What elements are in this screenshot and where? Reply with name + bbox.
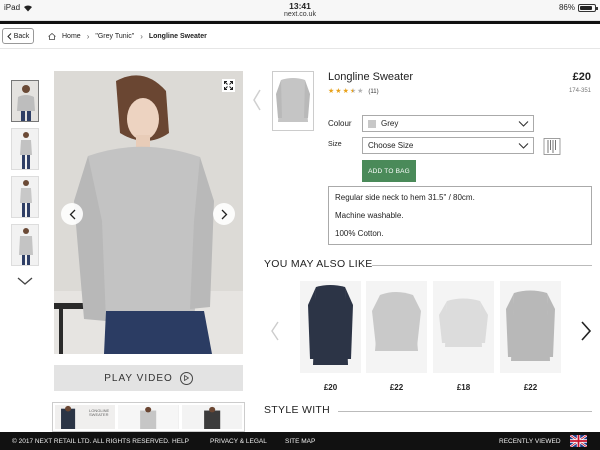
chevron-right-icon: › bbox=[86, 32, 90, 41]
description-line: 100% Cotton. bbox=[335, 229, 384, 239]
recommendation-item[interactable]: £20 bbox=[300, 281, 361, 392]
play-video-label: PLAY VIDEO bbox=[104, 372, 173, 384]
star-icon: ★ bbox=[342, 88, 349, 95]
style-with-title: STYLE WITH bbox=[264, 404, 331, 416]
footer-sitemap-link[interactable]: SITE MAP bbox=[285, 438, 315, 445]
recommendation-item[interactable]: £18 bbox=[433, 281, 494, 392]
home-icon[interactable] bbox=[48, 33, 56, 40]
recommendations-title: YOU MAY ALSO LIKE bbox=[264, 258, 373, 270]
colour-label: Colour bbox=[328, 119, 352, 128]
colour-select[interactable]: Grey bbox=[362, 115, 534, 132]
breadcrumb-home[interactable]: Home bbox=[62, 33, 81, 40]
image-next-button[interactable] bbox=[213, 203, 235, 225]
status-right: 86% bbox=[558, 3, 598, 12]
thumbnail-1[interactable] bbox=[11, 80, 39, 122]
colour-swatch bbox=[368, 119, 376, 128]
thumbnail-4[interactable] bbox=[11, 224, 39, 266]
battery-icon bbox=[578, 3, 598, 12]
review-count[interactable]: (11) bbox=[368, 89, 378, 95]
status-time: 13:41 bbox=[289, 1, 311, 11]
thumbnail-2[interactable] bbox=[11, 128, 39, 170]
add-to-bag-button[interactable]: ADD TO BAG bbox=[362, 160, 416, 182]
main-product-image[interactable] bbox=[54, 71, 243, 354]
play-icon bbox=[179, 371, 193, 385]
chevron-left-icon[interactable] bbox=[270, 320, 280, 342]
thumbnail-3[interactable] bbox=[11, 176, 39, 218]
breadcrumb-current: Longline Sweater bbox=[148, 33, 207, 40]
recommendation-price: £20 bbox=[323, 383, 338, 392]
chevron-right-icon: › bbox=[140, 32, 143, 41]
recommendation-price: £22 bbox=[523, 383, 538, 392]
description-line: Regular side neck to hem 31.5" / 80cm. bbox=[335, 193, 475, 202]
section-divider bbox=[338, 411, 592, 412]
description-line: Machine washable. bbox=[335, 211, 404, 221]
recommendation-price: £18 bbox=[456, 383, 471, 392]
battery-percent: 86% bbox=[558, 3, 575, 12]
star-icon: ★ bbox=[357, 88, 364, 95]
size-select[interactable]: Choose Size bbox=[362, 137, 534, 154]
recommendation-image bbox=[366, 281, 427, 373]
product-title: Longline Sweater bbox=[328, 71, 414, 83]
style-with-item[interactable] bbox=[118, 405, 179, 429]
product-thumbnail bbox=[272, 71, 314, 131]
recommendation-image bbox=[300, 281, 361, 373]
size-label: Size bbox=[328, 141, 342, 148]
uk-flag-icon[interactable] bbox=[570, 435, 587, 447]
recommendation-item[interactable]: £22 bbox=[366, 281, 427, 392]
recommendation-image bbox=[433, 281, 494, 373]
item-code: 174-351 bbox=[568, 88, 591, 94]
footer-help-link[interactable]: HELP bbox=[172, 438, 189, 445]
breadcrumb: Home › "Grey Tunic" › Longline Sweater bbox=[48, 32, 207, 41]
product-price: £20 bbox=[572, 71, 591, 83]
style-with-item[interactable]: LONGLINE SWEATER bbox=[55, 405, 116, 429]
address-url[interactable]: next.co.uk bbox=[0, 11, 600, 18]
chevron-left-icon bbox=[69, 209, 75, 219]
star-icon: ★ bbox=[335, 88, 342, 95]
chevron-down-icon bbox=[518, 143, 529, 149]
breadcrumb-bar: Back Home › "Grey Tunic" › Longline Swea… bbox=[0, 27, 600, 47]
thumbnail-list bbox=[11, 80, 41, 272]
chevron-down-icon[interactable] bbox=[17, 276, 33, 286]
back-label: Back bbox=[13, 32, 30, 40]
battery-fill bbox=[580, 5, 593, 10]
recommendation-price: £22 bbox=[389, 383, 404, 392]
header-rule bbox=[0, 21, 600, 24]
back-button[interactable]: Back bbox=[2, 28, 34, 44]
section-divider bbox=[372, 265, 592, 266]
recommendation-item[interactable]: £22 bbox=[500, 281, 561, 392]
play-video-button[interactable]: PLAY VIDEO bbox=[54, 365, 243, 391]
footer: © 2017 NEXT RETAIL LTD. ALL RIGHTS RESER… bbox=[0, 432, 600, 450]
star-icon: ★ bbox=[328, 88, 335, 95]
breadcrumb-search[interactable]: "Grey Tunic" bbox=[95, 33, 134, 40]
chevron-left-icon bbox=[7, 32, 12, 40]
breadcrumb-divider bbox=[0, 48, 600, 49]
size-guide-icon[interactable] bbox=[542, 137, 562, 156]
expand-icon[interactable] bbox=[222, 79, 235, 92]
chevron-down-icon bbox=[518, 121, 529, 127]
status-bar: iPad 13:41 next.co.uk 86% bbox=[0, 0, 600, 21]
style-with-item[interactable] bbox=[181, 405, 242, 429]
size-value: Choose Size bbox=[368, 141, 414, 150]
star-icon: ★ bbox=[349, 88, 357, 95]
footer-copyright: © 2017 NEXT RETAIL LTD. ALL RIGHTS RESER… bbox=[12, 437, 170, 445]
chevron-right-icon[interactable] bbox=[580, 320, 592, 342]
style-with-strip: LONGLINE SWEATER bbox=[52, 402, 245, 432]
recently-viewed-link[interactable]: RECENTLY VIEWED bbox=[499, 438, 561, 445]
image-prev-button[interactable] bbox=[61, 203, 83, 225]
colour-value: Grey bbox=[381, 119, 399, 128]
chevron-left-icon[interactable] bbox=[252, 88, 262, 112]
product-description: Regular side neck to hem 31.5" / 80cm. M… bbox=[328, 186, 592, 245]
footer-privacy-link[interactable]: PRIVACY & LEGAL bbox=[210, 438, 267, 445]
style-with-label: LONGLINE SWEATER bbox=[89, 408, 110, 418]
recommendation-image bbox=[500, 281, 561, 373]
chevron-right-icon bbox=[221, 209, 227, 219]
product-rating[interactable]: ★ ★ ★ ★ ★ (11) bbox=[328, 88, 379, 95]
